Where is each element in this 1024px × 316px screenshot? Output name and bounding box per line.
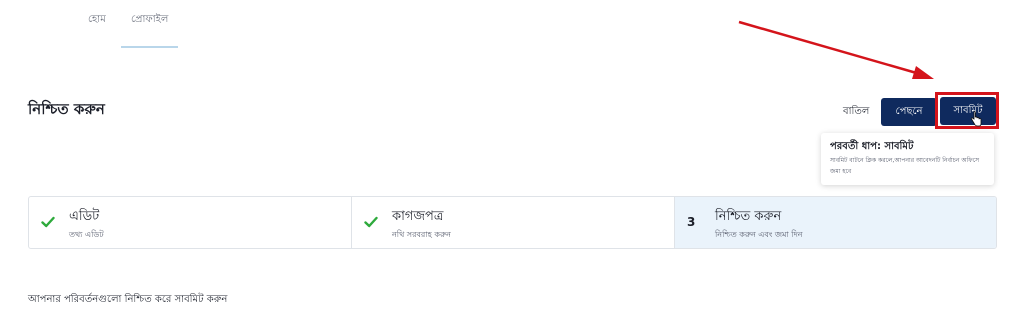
step-edit[interactable]: এডিট তথ্য এডিট xyxy=(29,197,352,248)
tooltip-body: সাবমিট বাটনে ক্লিক করলে,আপনার আবেদনটি নি… xyxy=(830,157,980,175)
step-title: কাগজপত্র xyxy=(392,209,444,224)
check-icon xyxy=(364,216,378,228)
active-tab-indicator xyxy=(121,46,178,48)
progress-stepper: এডিট তথ্য এডিট কাগজপত্র নথি সরবরাহ করুন … xyxy=(28,196,997,249)
hand-cursor-icon xyxy=(970,111,982,127)
page-title: নিশ্চিত করুন xyxy=(28,100,105,118)
submit-button[interactable]: সাবমিট xyxy=(940,97,996,125)
top-navigation: হোম প্রোফাইল xyxy=(0,0,1024,52)
step-subtitle: তথ্য এডিট xyxy=(69,230,104,239)
tooltip-title: পরবর্তী ধাপ: সাবমিট xyxy=(830,141,914,152)
back-button[interactable]: পেছনে xyxy=(881,98,937,126)
step-subtitle: নিশ্চিত করুন এবং জমা দিন xyxy=(715,230,803,239)
step-title: নিশ্চিত করুন xyxy=(715,209,782,224)
instruction-text: আপনার পরিবর্তনগুলো নিশ্চিত করে সাবমিট কর… xyxy=(28,294,228,305)
step-documents[interactable]: কাগজপত্র নথি সরবরাহ করুন xyxy=(352,197,675,248)
step-title: এডিট xyxy=(69,209,100,224)
tab-home[interactable]: হোম xyxy=(88,12,106,29)
step-number: 3 xyxy=(687,215,696,229)
check-icon xyxy=(41,216,55,228)
step-confirm[interactable]: 3 নিশ্চিত করুন নিশ্চিত করুন এবং জমা দিন xyxy=(675,197,996,248)
cancel-button[interactable]: বাতিল xyxy=(843,104,869,121)
tab-profile[interactable]: প্রোফাইল xyxy=(131,12,168,29)
next-step-tooltip: পরবর্তী ধাপ: সাবমিট সাবমিট বাটনে ক্লিক ক… xyxy=(821,133,994,185)
step-subtitle: নথি সরবরাহ করুন xyxy=(392,230,451,239)
